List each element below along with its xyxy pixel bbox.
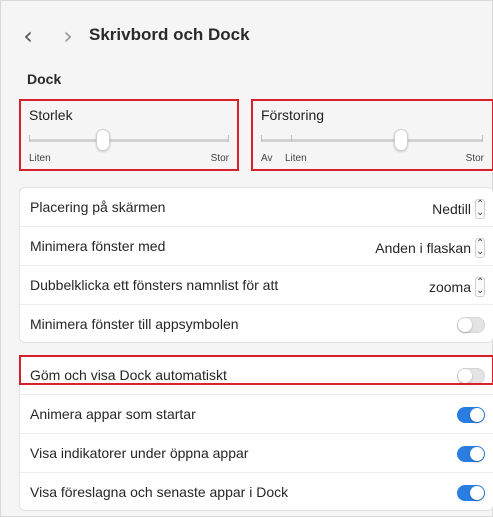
size-slider-min-label: Liten [29, 153, 51, 164]
toggle-knob [458, 369, 472, 383]
toggle-knob [458, 318, 472, 332]
toggle-knob [470, 486, 484, 500]
magnification-slider-tick-off [261, 135, 262, 142]
indicators-row[interactable]: Visa indikatorer under öppna appar [20, 434, 493, 473]
autohide-row[interactable]: Göm och visa Dock automatiskt [20, 356, 493, 395]
dock-options-panel: Placering på skärmen Nedtill ⌃ ⌄ Minimera… [19, 187, 493, 343]
minimize-to-app-row[interactable]: Minimera fönster till appsymbolen [20, 305, 493, 344]
size-slider-title: Storlek [29, 107, 73, 123]
double-click-row[interactable]: Dubbelklicka ett fönsters namnlist för a… [20, 266, 493, 305]
toggle-knob [470, 447, 484, 461]
section-title: Dock [27, 71, 62, 87]
minimize-effect-value: Anden i flaskan [375, 240, 471, 256]
up-down-chevron-icon: ⌃ ⌄ [475, 199, 485, 219]
magnification-slider-title: Förstoring [261, 107, 325, 123]
size-slider-thumb[interactable] [96, 129, 110, 151]
minimize-effect-label: Minimera fönster med [30, 238, 166, 254]
autohide-toggle[interactable] [457, 368, 485, 384]
chevron-left-icon[interactable]: ‹ [19, 23, 37, 49]
autohide-label: Göm och visa Dock automatiskt [30, 367, 227, 383]
magnification-slider-thumb[interactable] [393, 129, 408, 151]
size-slider-group: Storlek Liten Stor [19, 99, 239, 171]
animate-row[interactable]: Animera appar som startar [20, 395, 493, 434]
suggested-apps-label: Visa föreslagna och senaste appar i Dock [30, 484, 289, 500]
magnification-slider-min-label: Liten [285, 153, 307, 164]
placement-row[interactable]: Placering på skärmen Nedtill ⌃ ⌄ [20, 188, 493, 227]
magnification-slider-max-label: Stor [465, 153, 484, 164]
up-down-chevron-icon: ⌃ ⌄ [475, 277, 485, 297]
animate-label: Animera appar som startar [30, 406, 196, 422]
magnification-slider-off-label: Av [261, 153, 273, 164]
animate-toggle[interactable] [457, 407, 485, 423]
minimize-effect-row[interactable]: Minimera fönster med Anden i flaskan ⌃ ⌄ [20, 227, 493, 266]
placement-select[interactable]: Nedtill ⌃ ⌄ [432, 199, 485, 219]
minimize-to-app-toggle[interactable] [457, 317, 485, 333]
magnification-slider-tick-min [291, 135, 292, 142]
toggle-knob [470, 408, 484, 422]
placement-label: Placering på skärmen [30, 199, 166, 215]
page-title: Skrivbord och Dock [89, 25, 250, 44]
magnification-slider-track[interactable] [261, 139, 483, 142]
double-click-label: Dubbelklicka ett fönsters namnlist för a… [30, 277, 279, 293]
size-slider-tick-max [228, 135, 229, 142]
placement-value: Nedtill [432, 201, 471, 217]
size-slider-max-label: Stor [210, 153, 229, 164]
size-slider-track[interactable] [29, 139, 229, 142]
dock-behavior-panel: Göm och visa Dock automatiskt Animera ap… [19, 355, 493, 511]
magnification-slider-tick-max [482, 135, 483, 142]
double-click-value: zooma [428, 279, 471, 295]
minimize-effect-select[interactable]: Anden i flaskan ⌃ ⌄ [375, 238, 485, 258]
suggested-apps-row[interactable]: Visa föreslagna och senaste appar i Dock [20, 473, 493, 512]
double-click-select[interactable]: zooma ⌃ ⌄ [429, 277, 485, 297]
header: ‹ › Skrivbord och Dock [1, 1, 492, 73]
settings-window: ‹ › Skrivbord och Dock Dock Storlek Lite… [0, 0, 493, 517]
magnification-slider-group: Förstoring Av Liten Stor [251, 99, 493, 171]
indicators-label: Visa indikatorer under öppna appar [30, 445, 249, 461]
minimize-to-app-label: Minimera fönster till appsymbolen [30, 316, 239, 332]
suggested-apps-toggle[interactable] [457, 485, 485, 501]
up-down-chevron-icon: ⌃ ⌄ [475, 238, 485, 258]
chevron-right-icon[interactable]: › [59, 23, 77, 49]
indicators-toggle[interactable] [457, 446, 485, 462]
size-slider-tick-min [29, 135, 30, 142]
